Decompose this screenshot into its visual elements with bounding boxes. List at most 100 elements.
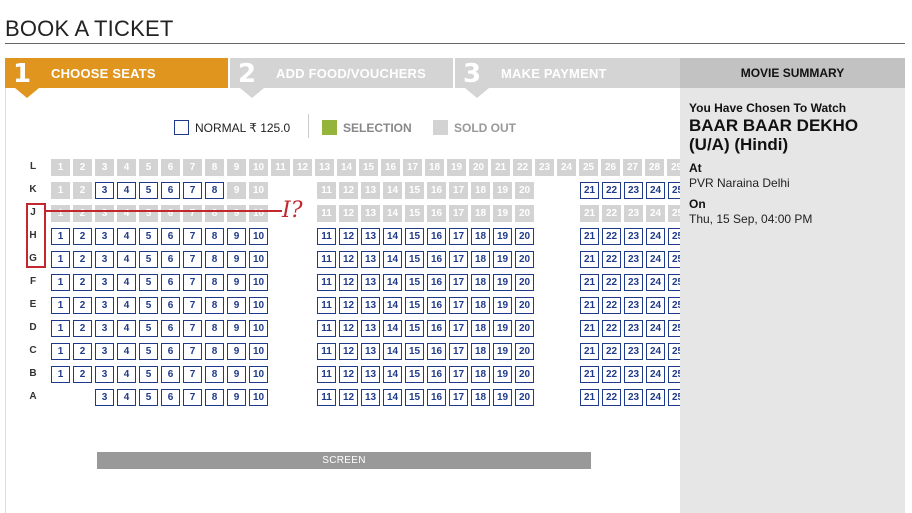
seat-f-12[interactable]: 12 [339, 274, 358, 291]
seat-b-20[interactable]: 20 [515, 366, 534, 383]
seat-g-16[interactable]: 16 [427, 251, 446, 268]
seat-e-10[interactable]: 10 [249, 297, 268, 314]
seat-a-9[interactable]: 9 [227, 389, 246, 406]
seat-h-8[interactable]: 8 [205, 228, 224, 245]
seat-c-9[interactable]: 9 [227, 343, 246, 360]
seat-h-16[interactable]: 16 [427, 228, 446, 245]
seat-c-1[interactable]: 1 [51, 343, 70, 360]
seat-h-1[interactable]: 1 [51, 228, 70, 245]
step-choose-seats[interactable]: 1 CHOOSE SEATS [5, 58, 230, 98]
seat-g-8[interactable]: 8 [205, 251, 224, 268]
step-add-food-vouchers[interactable]: 2 ADD FOOD/VOUCHERS [230, 58, 455, 98]
seat-h-7[interactable]: 7 [183, 228, 202, 245]
seat-g-1[interactable]: 1 [51, 251, 70, 268]
seat-b-24[interactable]: 24 [646, 366, 665, 383]
seat-f-21[interactable]: 21 [580, 274, 599, 291]
seat-a-5[interactable]: 5 [139, 389, 158, 406]
seat-e-24[interactable]: 24 [646, 297, 665, 314]
seat-d-11[interactable]: 11 [317, 320, 336, 337]
seat-f-17[interactable]: 17 [449, 274, 468, 291]
seat-g-23[interactable]: 23 [624, 251, 643, 268]
seat-g-6[interactable]: 6 [161, 251, 180, 268]
seat-a-21[interactable]: 21 [580, 389, 599, 406]
seat-e-17[interactable]: 17 [449, 297, 468, 314]
seat-h-2[interactable]: 2 [73, 228, 92, 245]
seat-h-3[interactable]: 3 [95, 228, 114, 245]
seat-b-18[interactable]: 18 [471, 366, 490, 383]
seat-d-21[interactable]: 21 [580, 320, 599, 337]
seat-h-4[interactable]: 4 [117, 228, 136, 245]
seat-h-24[interactable]: 24 [646, 228, 665, 245]
seat-b-3[interactable]: 3 [95, 366, 114, 383]
seat-h-23[interactable]: 23 [624, 228, 643, 245]
seat-e-18[interactable]: 18 [471, 297, 490, 314]
seat-d-14[interactable]: 14 [383, 320, 402, 337]
seat-a-7[interactable]: 7 [183, 389, 202, 406]
seat-e-13[interactable]: 13 [361, 297, 380, 314]
seat-a-16[interactable]: 16 [427, 389, 446, 406]
seat-e-2[interactable]: 2 [73, 297, 92, 314]
seat-f-13[interactable]: 13 [361, 274, 380, 291]
seat-b-9[interactable]: 9 [227, 366, 246, 383]
seat-f-16[interactable]: 16 [427, 274, 446, 291]
seat-d-18[interactable]: 18 [471, 320, 490, 337]
seat-f-6[interactable]: 6 [161, 274, 180, 291]
seat-h-13[interactable]: 13 [361, 228, 380, 245]
seat-k-4[interactable]: 4 [117, 182, 136, 199]
seat-f-22[interactable]: 22 [602, 274, 621, 291]
seat-h-18[interactable]: 18 [471, 228, 490, 245]
seat-b-6[interactable]: 6 [161, 366, 180, 383]
seat-c-2[interactable]: 2 [73, 343, 92, 360]
seat-k-8[interactable]: 8 [205, 182, 224, 199]
seat-f-20[interactable]: 20 [515, 274, 534, 291]
seat-c-18[interactable]: 18 [471, 343, 490, 360]
seat-a-15[interactable]: 15 [405, 389, 424, 406]
seat-d-19[interactable]: 19 [493, 320, 512, 337]
seat-e-15[interactable]: 15 [405, 297, 424, 314]
seat-b-2[interactable]: 2 [73, 366, 92, 383]
seat-a-17[interactable]: 17 [449, 389, 468, 406]
seat-g-9[interactable]: 9 [227, 251, 246, 268]
seat-b-22[interactable]: 22 [602, 366, 621, 383]
seat-c-17[interactable]: 17 [449, 343, 468, 360]
seat-c-20[interactable]: 20 [515, 343, 534, 360]
seat-g-2[interactable]: 2 [73, 251, 92, 268]
seat-k-22[interactable]: 22 [602, 182, 621, 199]
seat-d-2[interactable]: 2 [73, 320, 92, 337]
seat-g-12[interactable]: 12 [339, 251, 358, 268]
seat-f-14[interactable]: 14 [383, 274, 402, 291]
seat-c-15[interactable]: 15 [405, 343, 424, 360]
seat-k-3[interactable]: 3 [95, 182, 114, 199]
seat-g-3[interactable]: 3 [95, 251, 114, 268]
seat-e-4[interactable]: 4 [117, 297, 136, 314]
seat-g-11[interactable]: 11 [317, 251, 336, 268]
seat-g-7[interactable]: 7 [183, 251, 202, 268]
seat-g-19[interactable]: 19 [493, 251, 512, 268]
seat-d-1[interactable]: 1 [51, 320, 70, 337]
seat-d-9[interactable]: 9 [227, 320, 246, 337]
seat-c-13[interactable]: 13 [361, 343, 380, 360]
seat-a-13[interactable]: 13 [361, 389, 380, 406]
seat-b-11[interactable]: 11 [317, 366, 336, 383]
seat-d-17[interactable]: 17 [449, 320, 468, 337]
seat-e-8[interactable]: 8 [205, 297, 224, 314]
seat-a-6[interactable]: 6 [161, 389, 180, 406]
seat-e-19[interactable]: 19 [493, 297, 512, 314]
seat-k-21[interactable]: 21 [580, 182, 599, 199]
seat-c-5[interactable]: 5 [139, 343, 158, 360]
seat-e-3[interactable]: 3 [95, 297, 114, 314]
seat-b-13[interactable]: 13 [361, 366, 380, 383]
seat-d-25[interactable]: 25 [668, 320, 680, 337]
seat-e-21[interactable]: 21 [580, 297, 599, 314]
seat-c-23[interactable]: 23 [624, 343, 643, 360]
seat-a-18[interactable]: 18 [471, 389, 490, 406]
seat-b-8[interactable]: 8 [205, 366, 224, 383]
seat-c-8[interactable]: 8 [205, 343, 224, 360]
seat-d-4[interactable]: 4 [117, 320, 136, 337]
seat-c-10[interactable]: 10 [249, 343, 268, 360]
seat-h-9[interactable]: 9 [227, 228, 246, 245]
seat-e-25[interactable]: 25 [668, 297, 680, 314]
seat-e-12[interactable]: 12 [339, 297, 358, 314]
seat-f-2[interactable]: 2 [73, 274, 92, 291]
seat-g-25[interactable]: 25 [668, 251, 680, 268]
